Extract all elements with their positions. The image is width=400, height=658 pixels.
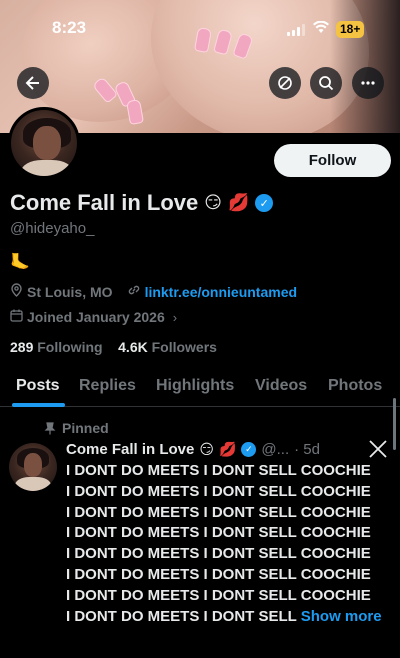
link-icon [127,283,141,300]
kiss-emoji: 💋 [218,441,237,457]
profile-bio: 🦶 [10,254,30,271]
post-avatar[interactable] [9,443,57,491]
post-line-last: I DONT DO MEETS I DONT SELL Show more [66,607,382,625]
profile-meta-row: St Louis, MO linktr.ee/onnieuntamed [10,283,297,300]
location-icon [10,283,23,300]
arrow-left-icon [25,76,39,90]
show-more-link[interactable]: Show more [301,608,382,625]
post-author-name[interactable]: Come Fall in Love [66,441,194,458]
wifi-icon [313,20,329,38]
following-count: 289 [10,339,34,355]
verified-badge-icon[interactable]: ✓ [255,194,274,212]
pinned-text: Pinned [62,420,109,436]
following-count-link[interactable]: 289 Following [10,339,103,355]
smirk-emoji: 😏 [204,193,222,212]
tab-photos[interactable]: Photos [328,377,382,395]
post-line: I DONT DO MEETS I DONT SELL COOCHIE [66,545,371,563]
post-header: Come Fall in Love 😏 💋 ✓ @... · 5d [66,441,320,458]
more-button[interactable] [352,67,384,99]
more-icon [361,81,375,85]
post-line: I DONT DO MEETS I DONT SELL COOCHIE [66,565,371,583]
post-time[interactable]: · 5d [294,441,320,458]
scrollbar[interactable] [393,398,396,450]
back-button[interactable] [17,67,49,99]
followers-count: 4.6K [118,339,148,355]
tab-videos[interactable]: Videos [255,377,307,395]
profile-avatar[interactable] [8,107,80,179]
post-line: I DONT DO MEETS I DONT SELL COOCHIE [66,586,371,604]
post-body[interactable]: I DONT DO MEETS I DONT SELL COOCHIE I DO… [66,461,396,627]
status-bar: 8:23 18+ [0,18,400,42]
kiss-emoji: 💋 [228,193,250,212]
profile-handle: @hideyaho_ [10,220,95,237]
tab-posts[interactable]: Posts [16,377,60,395]
tab-highlights[interactable]: Highlights [156,377,234,395]
post-line: I DONT DO MEETS I DONT SELL COOCHIE [66,503,371,521]
chevron-right-icon: › [172,309,178,325]
active-tab-indicator [12,403,65,407]
post-author-handle[interactable]: @... [261,441,289,458]
search-icon [319,76,334,91]
grok-icon [278,76,292,90]
search-button[interactable] [310,67,342,99]
post-line: I DONT DO MEETS I DONT SELL COOCHIE [66,524,371,542]
followers-label: Followers [151,339,217,355]
follow-button[interactable]: Follow [274,144,391,177]
status-time: 8:23 [52,18,87,37]
profile-location: St Louis, MO [27,283,113,300]
profile-joined: Joined January 2026 [27,309,165,325]
tab-replies[interactable]: Replies [79,377,136,395]
followers-count-link[interactable]: 4.6K Followers [118,339,217,355]
profile-joined-row[interactable]: Joined January 2026 › [10,309,177,325]
following-label: Following [37,339,103,355]
post-line: I DONT DO MEETS I DONT SELL COOCHIE [66,482,371,500]
verified-badge-icon[interactable]: ✓ [241,442,257,457]
pinned-label: Pinned [44,420,109,436]
profile-link[interactable]: linktr.ee/onnieuntamed [145,284,297,300]
profile-name-text: Come Fall in Love [10,190,199,215]
profile-name: Come Fall in Love 😏 💋 ✓ [10,190,274,216]
signal-icon [287,24,305,36]
post-line: I DONT DO MEETS I DONT SELL COOCHIE [66,462,371,479]
follow-counts: 289 Following 4.6K Followers [10,339,217,355]
smirk-emoji: 😏 [199,441,214,457]
pin-icon [44,421,56,434]
battery-indicator: 18+ [336,21,365,38]
calendar-icon [10,309,23,325]
grok-button[interactable] [269,67,301,99]
profile-tabs: Posts Replies Highlights Videos Photos [0,365,400,407]
